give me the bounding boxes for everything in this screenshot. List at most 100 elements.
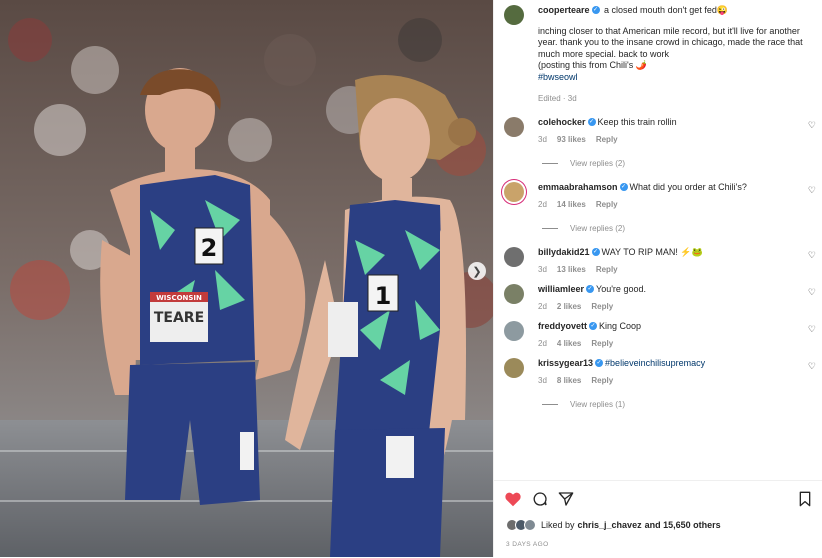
commenter-avatar[interactable] [504, 357, 524, 378]
caption-line: (posting this from Chili's 🌶️ [538, 60, 647, 70]
commenter-avatar[interactable] [504, 181, 524, 202]
comment-text: #believeinchilisupremacy [605, 357, 706, 368]
comment-time[interactable]: 2d [538, 200, 547, 209]
edited-label: Edited · 3d [538, 94, 577, 103]
comment-like-heart-icon[interactable]: ♡ [808, 185, 816, 196]
post-photo[interactable]: 2 WISCONSIN TEARE 1 ❯ [0, 0, 493, 557]
post-dialog: 2 WISCONSIN TEARE 1 ❯ cooperteare ✓ a cl… [0, 0, 822, 557]
reply-button[interactable]: Reply [591, 302, 613, 311]
liker-avatar [524, 519, 536, 531]
bib-number-left: 2 [201, 234, 218, 262]
comment-time[interactable]: 3d [538, 135, 547, 144]
commenter-avatar[interactable] [504, 283, 524, 304]
comment-username[interactable]: williamleer [538, 284, 584, 294]
view-replies-button[interactable]: View replies (2) [542, 224, 822, 233]
view-replies-label[interactable]: View replies (1) [570, 400, 625, 409]
paper-plane-icon[interactable] [558, 491, 574, 512]
comment-block: emmaabrahamson ✓ What did you order at Chi… [494, 181, 822, 233]
verified-badge-icon: ✓ [619, 182, 628, 191]
bib-header-left: WISCONSIN [156, 294, 202, 302]
reply-button[interactable]: Reply [596, 265, 618, 274]
comment-block: freddyovett ✓ King Coop 2d 4 likes Reply ♡ [494, 320, 822, 349]
verified-badge-icon: ✓ [589, 321, 598, 330]
comment-username[interactable]: colehocker [538, 117, 586, 127]
author-avatar[interactable] [504, 5, 524, 25]
bib-name-left: TEARE [154, 310, 204, 326]
comment-icon[interactable] [532, 491, 548, 512]
comment-like-heart-icon[interactable]: ♡ [808, 287, 816, 298]
replies-divider [542, 403, 558, 405]
commenter-avatar[interactable] [504, 116, 524, 137]
comment-likes[interactable]: 4 likes [557, 339, 581, 348]
comment-like-heart-icon[interactable]: ♡ [808, 120, 816, 131]
comment-like-heart-icon[interactable]: ♡ [808, 250, 816, 261]
comment-block: krissygear13 ✓ #believeinchilisupremacy 3d 8… [494, 357, 822, 409]
liked-user[interactable]: chris_j_chavez [578, 520, 642, 530]
comment: freddyovett ✓ King Coop 2d 4 likes Reply ♡ [494, 320, 822, 349]
post-timestamp[interactable]: 3 DAYS AGO [506, 541, 549, 548]
comment-text: Keep this train rollin [597, 116, 677, 127]
caption-title: a closed mouth don't get fed😜 [601, 5, 729, 15]
reply-button[interactable]: Reply [596, 200, 618, 209]
comment: emmaabrahamson ✓ What did you order at Chi… [494, 181, 822, 210]
comment-meta: 2d 2 likes Reply [538, 301, 812, 312]
view-replies-label[interactable]: View replies (2) [570, 224, 625, 233]
comment-text: WAY TO RIP MAN! ⚡🐸 [601, 246, 703, 257]
next-photo-button[interactable]: ❯ [468, 262, 486, 280]
comment-username[interactable]: billydakid21 [538, 247, 590, 257]
comment-time[interactable]: 3d [538, 265, 547, 274]
commenter-avatar[interactable] [504, 320, 524, 341]
view-replies-button[interactable]: View replies (1) [542, 400, 822, 409]
comment-time[interactable]: 2d [538, 302, 547, 311]
comment-likes[interactable]: 93 likes [557, 135, 586, 144]
comment-block: billydakid21 ✓ WAY TO RIP MAN! ⚡🐸 3d 13 like… [494, 246, 822, 275]
comment-meta: 3d 13 likes Reply [538, 264, 812, 275]
comment-time[interactable]: 2d [538, 339, 547, 348]
comment-text: What did you order at Chili's? [629, 181, 747, 192]
comment-time[interactable]: 3d [538, 376, 547, 385]
reply-button[interactable]: Reply [596, 135, 618, 144]
replies-divider [542, 162, 558, 164]
comment: billydakid21 ✓ WAY TO RIP MAN! ⚡🐸 3d 13 like… [494, 246, 822, 275]
caption-hashtag[interactable]: #bwseowl [538, 72, 812, 84]
author-username[interactable]: cooperteare [538, 5, 590, 15]
view-replies-label[interactable]: View replies (2) [570, 159, 625, 168]
verified-badge-icon: ✓ [591, 247, 600, 256]
heart-filled-icon[interactable] [504, 491, 522, 512]
caption-line: inching closer to that American mile rec… [538, 25, 803, 59]
commenter-avatar[interactable] [504, 246, 524, 267]
verified-badge-icon: ✓ [587, 117, 596, 126]
comment-username[interactable]: emmaabrahamson [538, 182, 618, 192]
comment-content: emmaabrahamson ✓ What did you order at Chi… [538, 182, 812, 210]
comment-likes[interactable]: 13 likes [557, 265, 586, 274]
comments-panel: cooperteare ✓ a closed mouth don't get fe… [493, 0, 822, 557]
chevron-right-icon: ❯ [472, 265, 482, 278]
comment-likes[interactable]: 8 likes [557, 376, 581, 385]
comment: krissygear13 ✓ #believeinchilisupremacy 3d 8… [494, 357, 822, 386]
liked-prefix: Liked by [541, 520, 575, 530]
view-replies-button[interactable]: View replies (2) [542, 159, 822, 168]
comment-username[interactable]: freddyovett [538, 321, 587, 331]
comment-likes[interactable]: 2 likes [557, 302, 581, 311]
reply-button[interactable]: Reply [591, 376, 613, 385]
comment-content: billydakid21 ✓ WAY TO RIP MAN! ⚡🐸 3d 13 like… [538, 247, 812, 275]
comment-like-heart-icon[interactable]: ♡ [808, 324, 816, 335]
comment: colehocker ✓ Keep this train rollin 3d 93 li… [494, 116, 822, 145]
comment: williamleer ✓ You're good. 2d 2 likes Reply ♡ [494, 283, 822, 312]
post-photo-illustration: 2 WISCONSIN TEARE 1 [0, 0, 493, 557]
comment-like-heart-icon[interactable]: ♡ [808, 361, 816, 372]
liked-count[interactable]: and 15,650 others [645, 520, 721, 530]
reply-button[interactable]: Reply [591, 339, 613, 348]
comment-meta: 3d 93 likes Reply [538, 134, 812, 145]
comment-meta: 2d 4 likes Reply [538, 338, 812, 349]
comments-scroll[interactable]: cooperteare ✓ a closed mouth don't get fe… [494, 0, 822, 480]
comment-username[interactable]: krissygear13 [538, 358, 593, 368]
comment-meta: 3d 8 likes Reply [538, 375, 812, 386]
caption-text: inching closer to that American mile rec… [538, 26, 812, 84]
comment-likes[interactable]: 14 likes [557, 200, 586, 209]
bookmark-icon[interactable] [798, 491, 812, 512]
comment-meta: 2d 14 likes Reply [538, 199, 812, 210]
bib-number-right: 1 [375, 282, 392, 310]
post-caption: cooperteare ✓ a closed mouth don't get fe… [494, 0, 822, 105]
verified-badge-icon: ✓ [586, 284, 595, 293]
